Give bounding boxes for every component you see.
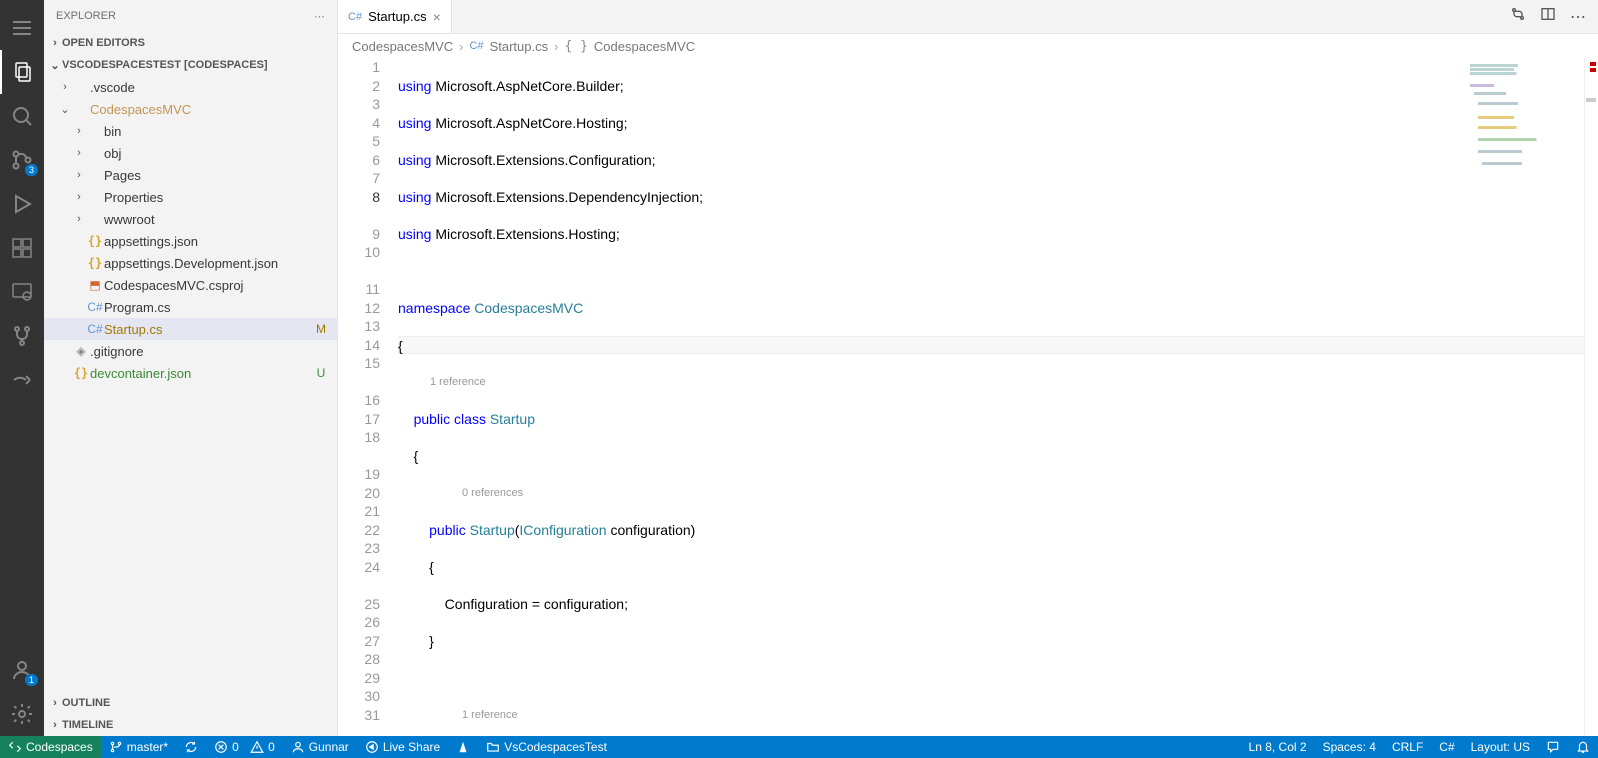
sidebar-more-icon[interactable]: ⋯ [314, 10, 325, 23]
status-feedback-icon[interactable] [1538, 736, 1568, 758]
tree-file-startup[interactable]: C#Startup.csM [44, 318, 337, 340]
tab-bar: C# Startup.cs × ⋯ [338, 0, 1598, 34]
status-cursor-position[interactable]: Ln 8, Col 2 [1241, 736, 1315, 758]
timeline-section[interactable]: ›TIMELINE [44, 714, 337, 736]
json-icon: {} [72, 366, 90, 380]
breadcrumb-folder[interactable]: CodespacesMVC [352, 39, 453, 54]
run-debug-icon[interactable] [0, 182, 44, 226]
codelens-reference[interactable]: 0 references [398, 487, 523, 499]
tree-folder-wwwroot[interactable]: ›wwwroot [44, 208, 337, 230]
csharp-icon: C# [470, 40, 484, 52]
open-editors-section[interactable]: ›OPEN EDITORS [44, 32, 337, 54]
activity-bar: 3 1 [0, 0, 44, 736]
account-badge: 1 [25, 674, 38, 686]
tab-startup[interactable]: C# Startup.cs × [338, 0, 452, 33]
menu-icon[interactable] [0, 6, 44, 50]
split-editor-icon[interactable] [1540, 6, 1556, 27]
csharp-icon: C# [86, 322, 104, 336]
tree-file-appsettings-dev[interactable]: {}appsettings.Development.json [44, 252, 337, 274]
codelens-reference[interactable]: 1 reference [398, 709, 518, 721]
settings-gear-icon[interactable] [0, 692, 44, 736]
codelens-reference[interactable]: 1 reference [398, 376, 486, 388]
more-actions-icon[interactable]: ⋯ [1570, 7, 1586, 27]
json-icon: {} [86, 256, 104, 270]
tree-file-appsettings[interactable]: {}appsettings.json [44, 230, 337, 252]
github-icon[interactable] [0, 314, 44, 358]
outline-section[interactable]: ›OUTLINE [44, 692, 337, 714]
overview-ruler[interactable] [1584, 58, 1598, 736]
status-eol[interactable]: CRLF [1384, 736, 1431, 758]
code-content[interactable]: using Microsoft.AspNetCore.Builder; usin… [398, 58, 1598, 736]
status-layout[interactable]: Layout: US [1463, 736, 1538, 758]
status-liveshare-user[interactable]: Gunnar [283, 736, 357, 758]
status-branch[interactable]: master* [101, 736, 176, 758]
tree-folder-properties[interactable]: ›Properties [44, 186, 337, 208]
untracked-status: U [313, 366, 329, 380]
status-indentation[interactable]: Spaces: 4 [1315, 736, 1384, 758]
status-bar: Codespaces master* 0 0 Gunnar Live Share… [0, 736, 1598, 758]
extensions-icon[interactable] [0, 226, 44, 270]
git-icon: ◈ [72, 344, 90, 358]
remote-explorer-icon[interactable] [0, 270, 44, 314]
accounts-icon[interactable]: 1 [0, 648, 44, 692]
tab-label: Startup.cs [368, 9, 427, 24]
tree-file-csproj[interactable]: ⬒CodespacesMVC.csproj [44, 274, 337, 296]
json-icon: {} [86, 234, 104, 248]
tree-file-gitignore[interactable]: ◈.gitignore [44, 340, 337, 362]
tree-folder-project[interactable]: ⌄CodespacesMVC [44, 98, 337, 120]
modified-status: M [313, 322, 329, 336]
tree-folder-pages[interactable]: ›Pages [44, 164, 337, 186]
status-language[interactable]: C# [1431, 736, 1462, 758]
breadcrumb-file[interactable]: Startup.cs [490, 39, 549, 54]
code-editor[interactable]: 1 2 3 4 5 6 7 8 9 10 11 12 13 14 15 16 1… [338, 58, 1598, 736]
tree-folder-vscode[interactable]: ›.vscode [44, 76, 337, 98]
explorer-sidebar: EXPLORER ⋯ ›OPEN EDITORS ⌄VSCODESPACESTE… [44, 0, 338, 736]
source-control-icon[interactable]: 3 [0, 138, 44, 182]
status-problems[interactable]: 0 0 [206, 736, 283, 758]
tree-folder-bin[interactable]: ›bin [44, 120, 337, 142]
editor-area: C# Startup.cs × ⋯ CodespacesMVC› C#Start… [338, 0, 1598, 736]
close-icon[interactable]: × [433, 9, 441, 25]
tree-file-program[interactable]: C#Program.cs [44, 296, 337, 318]
breadcrumbs[interactable]: CodespacesMVC› C#Startup.cs› { }Codespac… [338, 34, 1598, 58]
compare-changes-icon[interactable] [1510, 6, 1526, 27]
breadcrumb-symbol[interactable]: CodespacesMVC [594, 39, 695, 54]
tree-file-devcontainer[interactable]: {}devcontainer.jsonU [44, 362, 337, 384]
workspace-section[interactable]: ⌄VSCODESPACESTEST [CODESPACES] [44, 54, 337, 76]
csharp-icon: C# [348, 11, 362, 23]
line-gutter: 1 2 3 4 5 6 7 8 9 10 11 12 13 14 15 16 1… [338, 58, 398, 736]
status-folder[interactable]: VsCodespacesTest [478, 736, 615, 758]
explorer-icon[interactable] [0, 50, 44, 94]
search-icon[interactable] [0, 94, 44, 138]
csharp-icon: C# [86, 300, 104, 314]
minimap[interactable] [1464, 58, 1584, 198]
scm-badge: 3 [25, 164, 38, 176]
status-sync[interactable] [176, 736, 206, 758]
tree-folder-obj[interactable]: ›obj [44, 142, 337, 164]
status-bell-icon[interactable] [1568, 736, 1598, 758]
status-azure[interactable] [448, 736, 478, 758]
status-liveshare[interactable]: Live Share [357, 736, 448, 758]
sidebar-title: EXPLORER [56, 10, 116, 22]
csproj-icon: ⬒ [86, 278, 104, 292]
feedback-icon[interactable] [0, 358, 44, 402]
status-remote[interactable]: Codespaces [0, 736, 101, 758]
file-tree: ›.vscode ⌄CodespacesMVC ›bin ›obj ›Pages… [44, 76, 337, 692]
